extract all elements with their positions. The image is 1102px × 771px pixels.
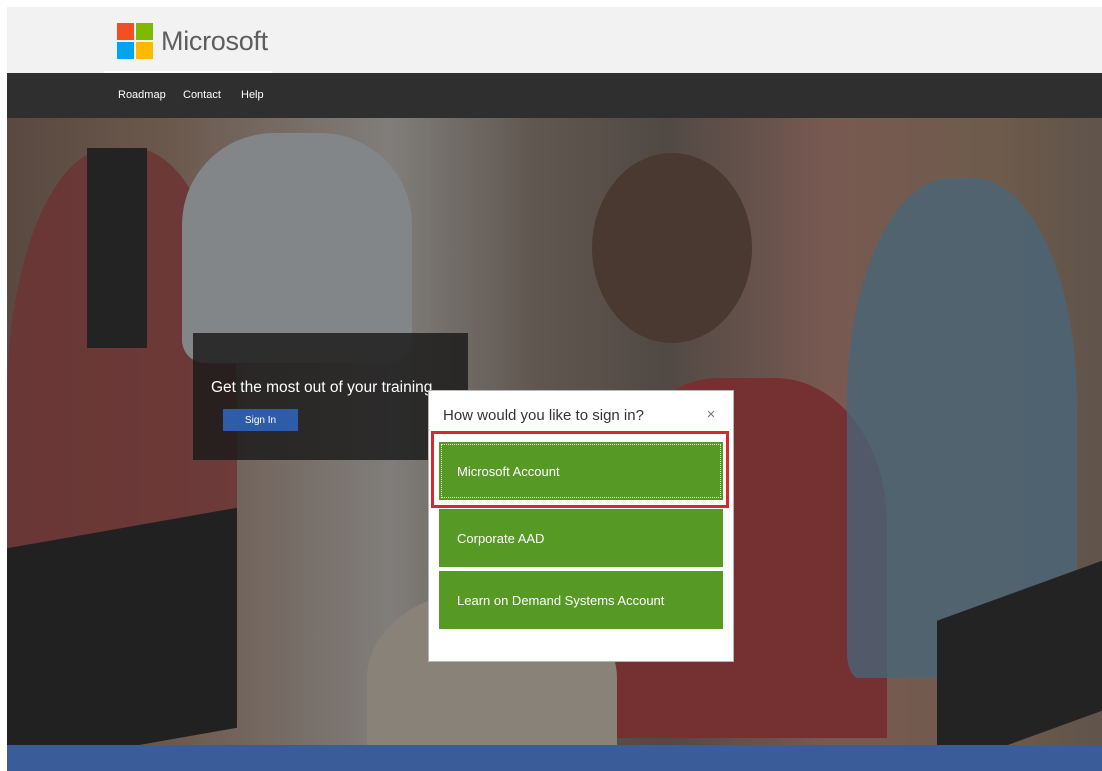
nav-help[interactable]: Help [241,89,264,101]
learn-on-demand-option[interactable]: Learn on Demand Systems Account [439,571,723,629]
dialog-title: How would you like to sign in? [443,407,644,424]
microsoft-logo[interactable]: Microsoft [117,23,268,59]
top-nav: Roadmap Contact Help [7,73,1102,118]
corporate-aad-option[interactable]: Corporate AAD [439,509,723,567]
close-icon[interactable]: × [703,405,719,423]
promo-panel: Get the most out of your training Sign I… [193,333,468,460]
logo-text: Microsoft [161,25,268,56]
site-header: Microsoft [7,7,1102,73]
nav-contact[interactable]: Contact [183,89,221,101]
microsoft-logo-icon [117,23,153,59]
nav-roadmap[interactable]: Roadmap [118,89,166,101]
sign-in-dialog: How would you like to sign in? × Microso… [428,390,734,662]
promo-headline: Get the most out of your training [211,379,433,396]
microsoft-account-option[interactable]: Microsoft Account [439,442,723,500]
footer-band [7,745,1102,771]
sign-in-button[interactable]: Sign In [223,409,298,431]
